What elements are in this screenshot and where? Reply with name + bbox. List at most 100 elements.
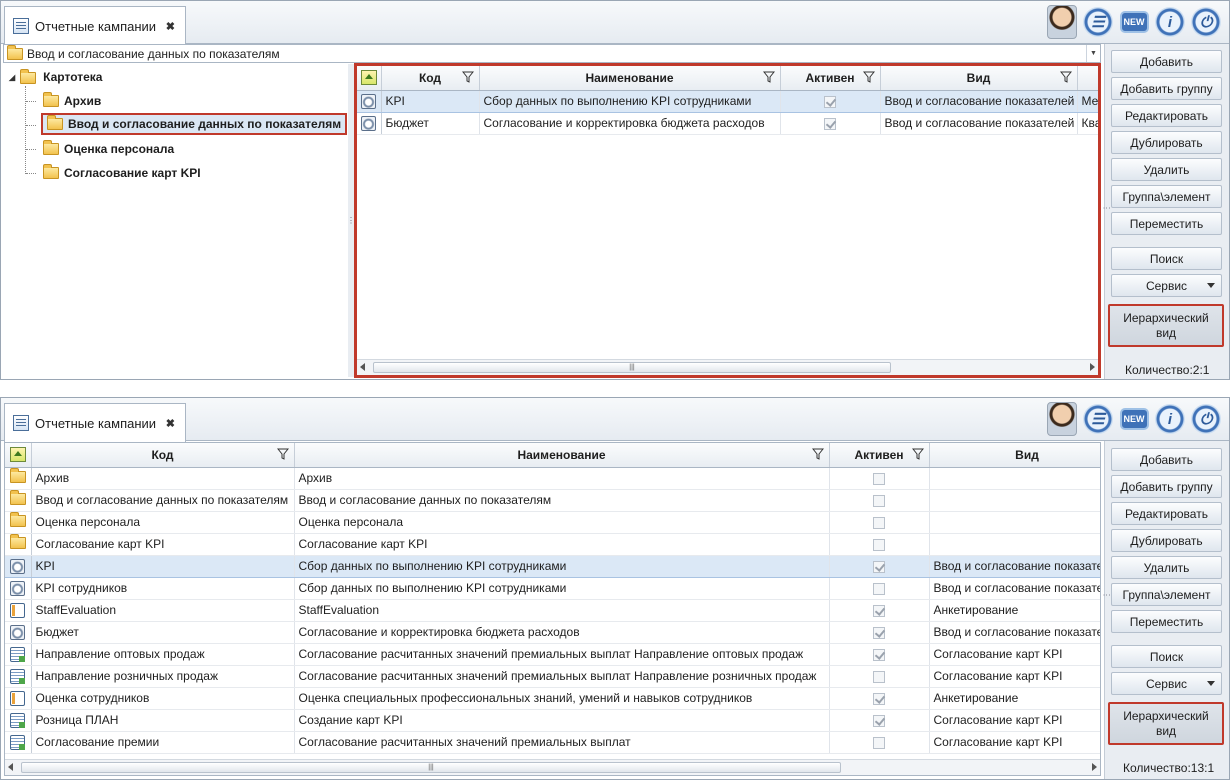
cell-kind[interactable] <box>929 511 1100 534</box>
edit-button[interactable]: Редактировать <box>1111 502 1222 525</box>
cell-code[interactable]: Направление оптовых продаж <box>31 643 295 666</box>
search-button[interactable]: Поиск <box>1111 645 1222 668</box>
table-row[interactable]: Бюджет Согласование и корректировка бюдже… <box>357 112 1098 135</box>
cell-kind[interactable]: Согласование карт KPI <box>929 709 1100 732</box>
scroll-left-icon[interactable] <box>8 763 13 771</box>
cell-code[interactable]: Ввод и согласование данных по показателя… <box>31 489 295 512</box>
cell-kind[interactable]: Анкетирование <box>929 687 1100 710</box>
cell-kind[interactable]: Ввод и согласование показателей <box>929 621 1100 644</box>
cell-name[interactable]: Сбор данных по выполнению KPI сотрудника… <box>294 554 830 578</box>
tree-item-data-input[interactable]: Ввод и согласование данных по показателя… <box>41 113 348 135</box>
cell-kind[interactable]: Анкетирование <box>929 599 1100 622</box>
table-row[interactable]: Направление оптовых продаж Согласование р… <box>5 643 1100 666</box>
table-row[interactable]: KPI Сбор данных по выполнению KPI сотрудн… <box>5 554 1100 578</box>
cell-code[interactable]: Оценка сотрудников <box>31 687 295 710</box>
active-checkbox[interactable] <box>873 648 885 661</box>
column-header-active[interactable]: Активен <box>829 443 930 468</box>
add-group-button[interactable]: Добавить группу <box>1111 475 1222 498</box>
cell-active[interactable] <box>780 89 881 113</box>
column-home[interactable] <box>357 66 382 91</box>
table-row[interactable]: KPI Сбор данных по выполнению KPI сотрудн… <box>357 89 1098 113</box>
cell-code[interactable]: Оценка персонала <box>31 511 295 534</box>
add-group-button[interactable]: Добавить группу <box>1111 77 1222 100</box>
cell-code[interactable]: Согласование карт KPI <box>31 533 295 556</box>
add-button[interactable]: Добавить <box>1111 448 1222 471</box>
cell-active[interactable] <box>829 665 930 688</box>
active-checkbox[interactable] <box>873 714 885 727</box>
scroll-right-icon[interactable] <box>1092 763 1097 771</box>
move-button[interactable]: Переместить <box>1111 610 1222 633</box>
report-icon[interactable]: ☰ <box>1081 4 1115 40</box>
cell-active[interactable] <box>829 554 930 578</box>
path-combobox[interactable]: Ввод и согласование данных по показателя… <box>3 44 1101 63</box>
cell-active[interactable] <box>829 511 930 534</box>
tree-item-archive[interactable]: Архив <box>39 90 105 112</box>
filter-icon[interactable] <box>461 71 474 83</box>
cell-active[interactable] <box>829 577 930 600</box>
table-row[interactable]: Согласование карт KPI Согласование карт K… <box>5 533 1100 556</box>
tab-reporting-campaigns[interactable]: Отчетные кампании ✖ <box>4 403 186 442</box>
edit-button[interactable]: Редактировать <box>1111 104 1222 127</box>
cell-name[interactable]: Оценка специальных профессиональных знан… <box>294 687 830 710</box>
active-checkbox[interactable] <box>873 472 885 485</box>
cell-extra[interactable]: Ме <box>1077 89 1098 113</box>
active-checkbox[interactable] <box>824 95 836 108</box>
table-row[interactable]: Согласование премии Согласование расчитан… <box>5 731 1100 754</box>
column-header-code[interactable]: Код <box>31 443 295 468</box>
report-icon[interactable]: ☰ <box>1081 401 1115 437</box>
tree-root[interactable]: ◢ Картотека <box>5 66 106 88</box>
cell-kind[interactable]: Ввод и согласование показателей <box>929 554 1100 578</box>
group-element-button[interactable]: Группа\элемент <box>1111 185 1222 208</box>
active-checkbox[interactable] <box>873 582 885 595</box>
active-checkbox[interactable] <box>873 670 885 683</box>
delete-button[interactable]: Удалить <box>1111 158 1222 181</box>
filter-icon[interactable] <box>1059 71 1072 83</box>
cell-active[interactable] <box>829 467 930 490</box>
cell-name[interactable]: Ввод и согласование данных по показателя… <box>294 489 830 512</box>
cell-active[interactable] <box>829 599 930 622</box>
new-icon[interactable]: NEW <box>1117 4 1151 40</box>
cell-name[interactable]: Сбор данных по выполнению KPI сотрудника… <box>294 577 830 600</box>
column-header-code[interactable]: Код <box>381 66 480 91</box>
cell-kind[interactable]: Согласование карт KPI <box>929 731 1100 754</box>
user-avatar-icon[interactable] <box>1045 4 1079 40</box>
column-header-active[interactable]: Активен <box>780 66 881 91</box>
service-button[interactable]: Сервис <box>1111 274 1222 297</box>
table-row[interactable]: Оценка сотрудников Оценка специальных про… <box>5 687 1100 710</box>
horizontal-scrollbar[interactable]: ||| <box>357 359 1098 375</box>
cell-name[interactable]: Согласование расчитанных значений премиа… <box>294 643 830 666</box>
cell-code[interactable]: Бюджет <box>381 112 480 135</box>
cell-active[interactable] <box>829 489 930 512</box>
table-row[interactable]: Ввод и согласование данных по показателя… <box>5 489 1100 512</box>
cell-name[interactable]: Оценка персонала <box>294 511 830 534</box>
active-checkbox[interactable] <box>873 516 885 529</box>
add-button[interactable]: Добавить <box>1111 50 1222 73</box>
active-checkbox[interactable] <box>873 538 885 551</box>
cell-code[interactable]: KPI сотрудников <box>31 577 295 600</box>
service-button[interactable]: Сервис <box>1111 672 1222 695</box>
cell-kind[interactable]: Согласование карт KPI <box>929 665 1100 688</box>
cell-name[interactable]: Согласование карт KPI <box>294 533 830 556</box>
cell-kind[interactable] <box>929 489 1100 512</box>
cell-active[interactable] <box>780 112 881 135</box>
active-checkbox[interactable] <box>873 736 885 749</box>
cell-active[interactable] <box>829 709 930 732</box>
cell-kind[interactable] <box>929 533 1100 556</box>
cell-name[interactable]: StaffEvaluation <box>294 599 830 622</box>
duplicate-button[interactable]: Дублировать <box>1111 529 1222 552</box>
table-row[interactable]: StaffEvaluation StaffEvaluation Анкетирова… <box>5 599 1100 622</box>
tree-item-kpi-cards[interactable]: Согласование карт KPI <box>39 162 205 184</box>
active-checkbox[interactable] <box>873 494 885 507</box>
table-row[interactable]: Оценка персонала Оценка персонала <box>5 511 1100 534</box>
column-header-kind[interactable]: Вид <box>929 443 1100 468</box>
cell-name[interactable]: Архив <box>294 467 830 490</box>
info-icon[interactable]: i <box>1153 4 1187 40</box>
new-icon[interactable]: NEW <box>1117 401 1151 437</box>
cell-active[interactable] <box>829 621 930 644</box>
cell-name[interactable]: Создание карт KPI <box>294 709 830 732</box>
table-row[interactable]: KPI сотрудников Сбор данных по выполнению… <box>5 577 1100 600</box>
collapse-arrow-icon[interactable]: ◢ <box>9 73 15 82</box>
scrollbar-thumb[interactable]: ||| <box>373 362 891 373</box>
delete-button[interactable]: Удалить <box>1111 556 1222 579</box>
close-icon[interactable]: ✖ <box>166 417 175 430</box>
